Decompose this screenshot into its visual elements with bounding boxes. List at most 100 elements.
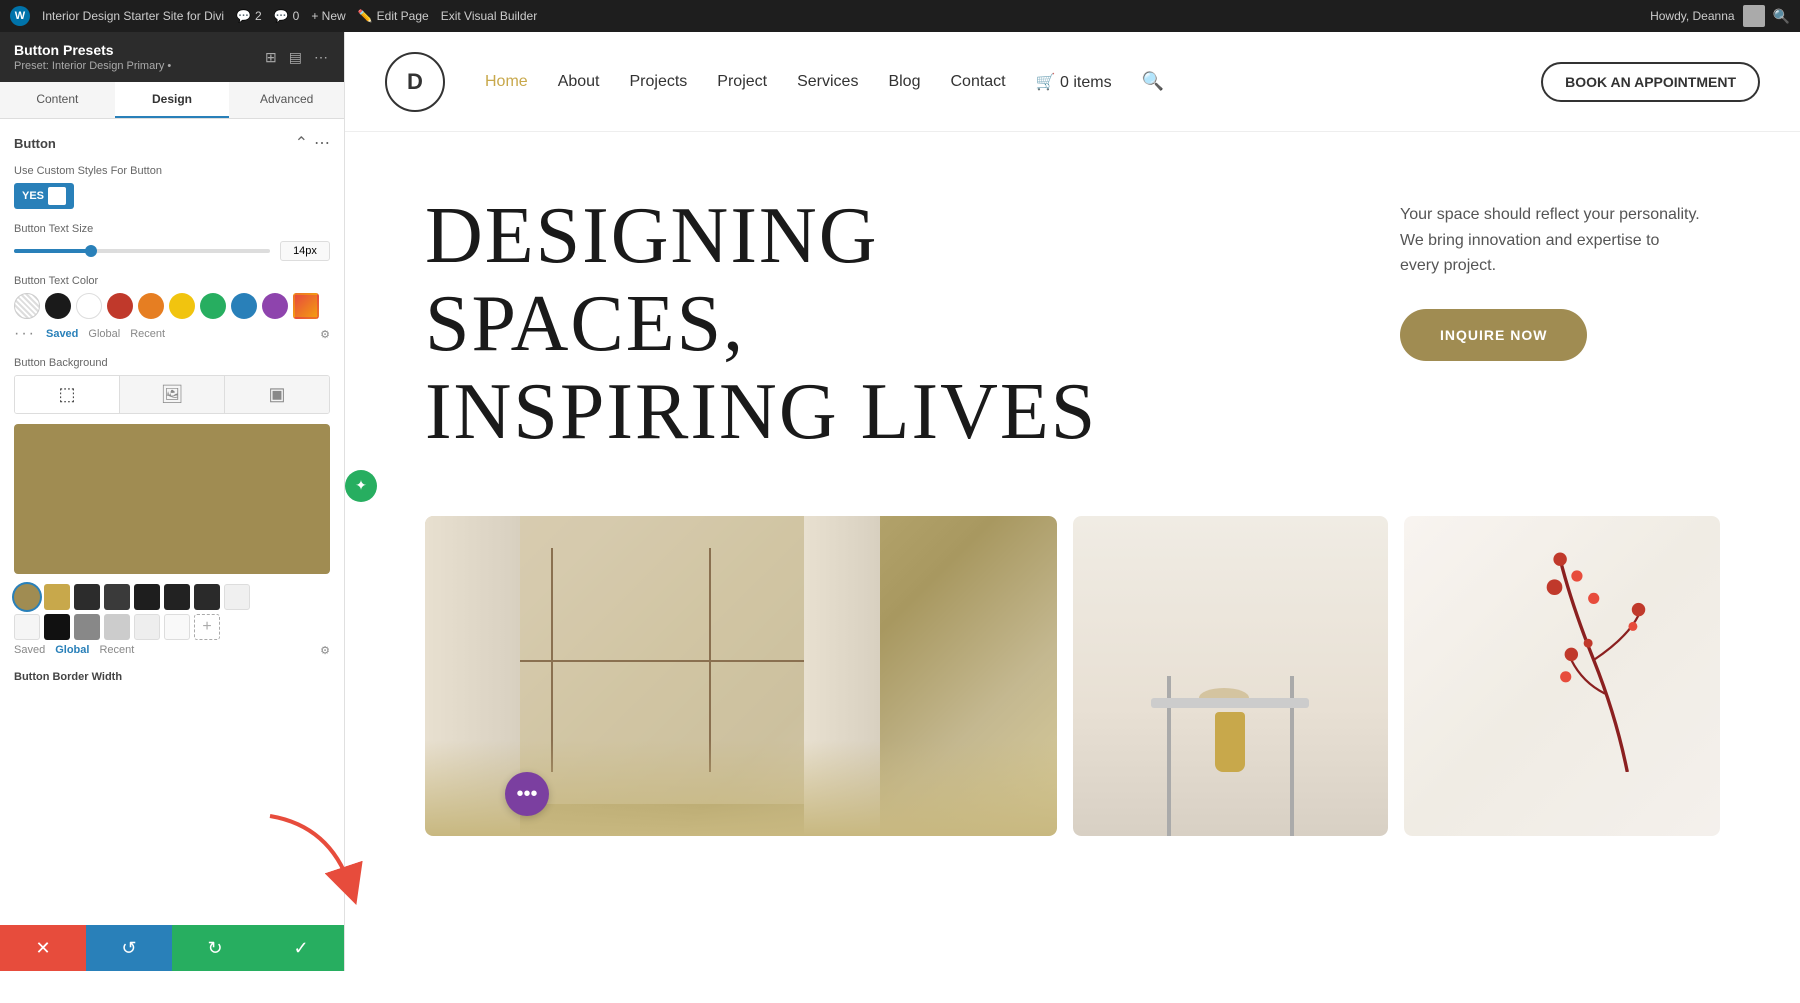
palette-lightest[interactable]	[164, 614, 190, 640]
admin-bar: W Interior Design Starter Site for Divi …	[0, 0, 1800, 32]
floating-dots-button[interactable]: •••	[505, 772, 549, 816]
bg-tab-color[interactable]: ⬚	[15, 376, 120, 413]
palette-light-gold[interactable]	[44, 584, 70, 610]
admin-site-name[interactable]: Interior Design Starter Site for Divi	[42, 9, 224, 23]
swatch-yellow[interactable]	[169, 293, 195, 319]
site-logo[interactable]: D	[385, 52, 445, 112]
divi-side-button[interactable]: ✦	[345, 470, 377, 502]
palette-settings-icon[interactable]: ⚙	[320, 644, 330, 657]
button-section-header: Button ⌃ ⋯	[14, 133, 330, 153]
bg-tab-image[interactable]: ▣	[225, 376, 329, 413]
panel-copy-icon[interactable]: ⊞	[263, 47, 279, 68]
admin-chat[interactable]: 💬 0	[274, 9, 300, 23]
nav-about[interactable]: About	[558, 73, 600, 91]
toggle-knob	[48, 187, 66, 205]
palette-black[interactable]	[44, 614, 70, 640]
panel-more-icon[interactable]: ⋯	[312, 47, 330, 68]
undo-button[interactable]: ↺	[86, 925, 172, 971]
bottom-action-bar: ✕ ↺ ↻ ✓	[0, 925, 344, 971]
more-dots-icon[interactable]: ···	[14, 325, 36, 343]
palette-lighter[interactable]	[134, 614, 160, 640]
palette-tabs-row: Saved Global Recent ⚙	[14, 644, 330, 657]
panel-tabs: Content Design Advanced	[0, 82, 344, 119]
swatch-green[interactable]	[200, 293, 226, 319]
palette-dark2[interactable]	[104, 584, 130, 610]
swatch-orange[interactable]	[138, 293, 164, 319]
palette-light-gray2[interactable]	[104, 614, 130, 640]
nav-services[interactable]: Services	[797, 73, 858, 91]
text-size-input[interactable]	[280, 241, 330, 261]
save-button[interactable]: ✓	[258, 925, 344, 971]
swatch-red[interactable]	[107, 293, 133, 319]
nav-blog[interactable]: Blog	[888, 73, 920, 91]
gallery-image-main: •••	[425, 516, 1057, 836]
admin-new[interactable]: + New	[311, 9, 345, 23]
palette-gold-active[interactable]	[14, 584, 40, 610]
palette-dark5[interactable]	[194, 584, 220, 610]
section-more-icon[interactable]: ⋯	[314, 133, 330, 153]
toggle-switch: YES	[14, 183, 330, 209]
palette-dark4[interactable]	[164, 584, 190, 610]
palette-gray[interactable]	[74, 614, 100, 640]
swatch-white[interactable]	[76, 293, 102, 319]
hero-section: DESIGNING SPACES, INSPIRING LIVES Your s…	[345, 132, 1800, 496]
book-appointment-button[interactable]: BOOK AN APPOINTMENT	[1541, 62, 1760, 102]
add-swatch-btn[interactable]: +	[194, 614, 220, 640]
inquire-now-button[interactable]: INQUIRE NOW	[1400, 309, 1587, 361]
palette-white[interactable]	[14, 614, 40, 640]
hero-right: Your space should reflect your personali…	[1400, 192, 1720, 456]
palette-tab-recent[interactable]: Recent	[99, 644, 134, 657]
nav-cart[interactable]: 🛒 0 items	[1036, 72, 1112, 92]
nav-search-icon[interactable]: 🔍	[1142, 71, 1164, 92]
slider-thumb[interactable]	[85, 245, 97, 257]
panel-title: Button Presets	[14, 42, 171, 58]
wp-logo-icon[interactable]: W	[10, 6, 30, 26]
section-collapse-icon[interactable]: ⌃	[295, 133, 308, 153]
palette-dark1[interactable]	[74, 584, 100, 610]
toggle-yes-button[interactable]: YES	[14, 183, 74, 209]
admin-exit-builder[interactable]: Exit Visual Builder	[441, 9, 538, 23]
tab-content[interactable]: Content	[0, 82, 115, 118]
nav-contact[interactable]: Contact	[950, 73, 1005, 91]
button-section-title: Button	[14, 136, 56, 151]
hero-title: DESIGNING SPACES, INSPIRING LIVES	[425, 192, 1400, 456]
admin-search-icon[interactable]: 🔍	[1773, 8, 1790, 25]
text-size-slider[interactable]	[14, 249, 270, 253]
palette-tab-saved[interactable]: Saved	[14, 644, 45, 657]
background-color-preview[interactable]	[14, 424, 330, 574]
admin-comments[interactable]: 💬 2	[236, 9, 262, 23]
palette-row-1	[14, 584, 330, 610]
palette-row-2: +	[14, 614, 330, 640]
bg-tab-gradient[interactable]: 🖼	[120, 376, 225, 413]
cancel-button[interactable]: ✕	[0, 925, 86, 971]
background-type-tabs: ⬚ 🖼 ▣	[14, 375, 330, 414]
color-tab-saved[interactable]: Saved	[46, 328, 78, 340]
nav-home[interactable]: Home	[485, 73, 528, 91]
main-content: D Home About Projects Project Services B…	[345, 32, 1800, 971]
color-settings-icon[interactable]: ⚙	[320, 328, 330, 341]
text-size-group: Button Text Size	[14, 223, 330, 261]
color-tab-recent[interactable]: Recent	[130, 328, 165, 340]
palette-dark3[interactable]	[134, 584, 160, 610]
hero-left: DESIGNING SPACES, INSPIRING LIVES	[425, 192, 1400, 456]
admin-avatar	[1743, 5, 1765, 27]
color-tab-global[interactable]: Global	[88, 328, 120, 340]
palette-light-gray[interactable]	[224, 584, 250, 610]
tab-advanced[interactable]: Advanced	[229, 82, 344, 118]
panel-layout-icon[interactable]: ▤	[287, 47, 304, 68]
text-size-label: Button Text Size	[14, 223, 330, 235]
swatch-pen[interactable]	[293, 293, 319, 319]
palette-tab-global[interactable]: Global	[55, 644, 89, 657]
tab-design[interactable]: Design	[115, 82, 230, 118]
nav-project[interactable]: Project	[717, 73, 767, 91]
swatch-black[interactable]	[45, 293, 71, 319]
swatch-transparent[interactable]	[14, 293, 40, 319]
nav-right: BOOK AN APPOINTMENT	[1541, 62, 1760, 102]
panel-header: Button Presets Preset: Interior Design P…	[0, 32, 344, 82]
swatch-blue[interactable]	[231, 293, 257, 319]
swatch-purple[interactable]	[262, 293, 288, 319]
custom-styles-label: Use Custom Styles For Button	[14, 165, 330, 177]
nav-projects[interactable]: Projects	[630, 73, 688, 91]
admin-edit-page[interactable]: ✏️ Edit Page	[358, 9, 429, 23]
redo-button[interactable]: ↻	[172, 925, 258, 971]
